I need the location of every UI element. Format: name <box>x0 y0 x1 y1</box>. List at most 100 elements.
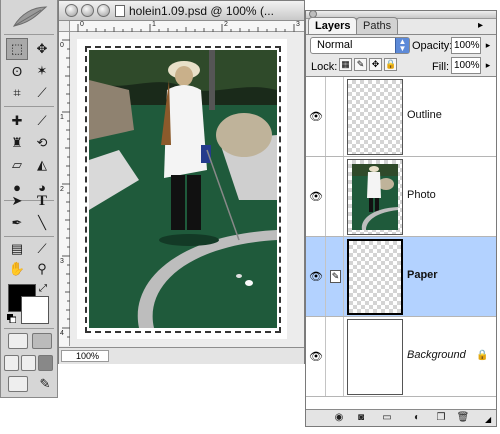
eye-icon[interactable]: 👁 <box>309 110 323 123</box>
tools-palette: ⬚ ✥ ʘ ✶ ⌗ ⟋ ✚ ⟋ ♜ ⟲ ▱ ◭ ● ◕ ➤ T ✒ ╲ ▤ ⟋ … <box>0 0 58 398</box>
layer-name: Paper <box>407 269 438 281</box>
add-mask-icon[interactable]: ◙ <box>354 412 368 424</box>
pen-tool-icon[interactable]: ✒ <box>6 212 28 234</box>
type-tool-icon[interactable]: T <box>31 190 53 212</box>
close-window-button[interactable] <box>65 4 78 17</box>
ruler-left-label: 4 <box>60 330 64 337</box>
history-brush-tool-icon[interactable]: ⟲ <box>31 132 53 154</box>
screen-mode-full-button[interactable] <box>38 355 53 371</box>
swap-colors-icon[interactable]: ⤢ <box>39 283 47 294</box>
ruler-left-label: 2 <box>60 186 64 193</box>
resize-grip-icon[interactable]: ◢ <box>485 415 495 425</box>
photo-thumbnail-image <box>352 164 398 230</box>
brush-tool-icon[interactable]: ⟋ <box>31 110 53 132</box>
marquee-tool-icon[interactable]: ⬚ <box>6 38 28 60</box>
paint-bucket-tool-icon[interactable]: ◭ <box>31 154 53 176</box>
layer-list: 👁 Outline 👁 Photo 👁 ✎ Paper 👁 Background… <box>306 76 496 409</box>
zoom-tool-icon[interactable]: ⚲ <box>31 258 53 280</box>
opacity-label: Opacity: <box>412 40 453 52</box>
background-color-swatch[interactable] <box>21 296 49 324</box>
divider <box>306 34 496 35</box>
minigolf-photo[interactable] <box>89 50 277 328</box>
link-cell[interactable]: ✎ <box>327 237 344 316</box>
opacity-slider-arrow-icon[interactable]: ▸ <box>482 37 494 54</box>
visibility-cell[interactable]: 👁 <box>306 317 326 396</box>
quick-mask-mode-button[interactable] <box>32 333 52 349</box>
ruler-top-label: 0 <box>80 21 84 28</box>
lock-transparency-icon[interactable]: ▦ <box>339 58 352 71</box>
visibility-cell[interactable]: 👁 <box>306 77 326 156</box>
zoom-window-button[interactable] <box>97 4 110 17</box>
crop-tool-icon[interactable]: ⌗ <box>6 82 28 104</box>
link-cell[interactable] <box>327 157 344 236</box>
visibility-cell[interactable]: 👁 <box>306 237 326 316</box>
layer-row-paper[interactable]: 👁 ✎ Paper <box>306 237 496 317</box>
minimize-window-button[interactable] <box>81 4 94 17</box>
layer-style-icon[interactable]: ◉ <box>332 412 346 424</box>
layer-name: Photo <box>407 189 436 201</box>
layer-thumbnail <box>347 79 403 155</box>
opacity-input[interactable]: 100% <box>451 37 481 54</box>
lock-image-pixels-icon[interactable]: ✎ <box>354 58 367 71</box>
layer-row-background[interactable]: 👁 Background 🔒 <box>306 317 496 397</box>
document-title: holein1.09.psd @ 100% (... <box>129 4 274 18</box>
ruler-left-label: 3 <box>60 258 64 265</box>
ruler-origin[interactable] <box>59 21 70 32</box>
layer-thumbnail <box>347 159 403 235</box>
eyedropper-tool-icon[interactable]: ⟋ <box>31 238 53 260</box>
default-colors-icon[interactable] <box>7 314 16 323</box>
document-titlebar[interactable]: holein1.09.psd @ 100% (... <box>59 1 304 21</box>
trash-icon[interactable]: 🗑 <box>456 412 470 424</box>
clone-stamp-tool-icon[interactable]: ♜ <box>6 132 28 154</box>
adjustment-layer-icon[interactable]: ◐ <box>410 412 424 424</box>
lock-label: Lock: <box>311 61 338 73</box>
horizontal-ruler[interactable]: 0 1 2 3 <box>70 21 304 32</box>
layer-name: Outline <box>407 109 442 121</box>
layer-name: Background <box>407 349 466 361</box>
tab-layers[interactable]: Layers <box>308 17 358 34</box>
magic-wand-tool-icon[interactable]: ✶ <box>31 60 53 82</box>
lock-position-icon[interactable]: ✥ <box>369 58 382 71</box>
vertical-ruler[interactable]: 0 1 2 3 4 <box>59 32 70 346</box>
layer-row-photo[interactable]: 👁 Photo <box>306 157 496 237</box>
link-cell[interactable] <box>327 317 344 396</box>
link-cell[interactable] <box>327 77 344 156</box>
layers-palette: Layers Paths ▸ Normal ▲ ▼ Opacity: 100% ▸… <box>305 10 497 427</box>
slice-tool-icon[interactable]: ⟋ <box>31 82 53 104</box>
zoom-level-field[interactable]: 100% <box>61 350 109 362</box>
blend-mode-value: Normal <box>317 39 353 51</box>
standard-mode-button[interactable] <box>8 333 28 349</box>
eye-icon[interactable]: 👁 <box>309 270 323 283</box>
hand-tool-icon[interactable]: ✋ <box>6 258 28 280</box>
layer-thumbnail <box>347 319 403 395</box>
fill-input[interactable]: 100% <box>451 57 481 74</box>
tab-paths[interactable]: Paths <box>356 17 399 34</box>
layer-thumbnail <box>347 239 403 315</box>
path-selection-tool-icon[interactable]: ➤ <box>6 190 28 212</box>
healing-brush-tool-icon[interactable]: ✚ <box>6 110 28 132</box>
padlock-icon: 🔒 <box>476 350 489 361</box>
notes-tool-icon[interactable]: ▤ <box>6 238 28 260</box>
line-tool-icon[interactable]: ╲ <box>31 212 53 234</box>
ruler-top-label: 1 <box>152 21 156 28</box>
eye-icon[interactable]: 👁 <box>309 190 323 203</box>
new-layer-icon[interactable]: ❐ <box>434 412 448 424</box>
eye-icon[interactable]: 👁 <box>309 350 323 363</box>
screen-mode-standard-button[interactable] <box>4 355 19 371</box>
screen-mode-full-menu-button[interactable] <box>21 355 36 371</box>
eraser-tool-icon[interactable]: ▱ <box>6 154 28 176</box>
layer-row-outline[interactable]: 👁 Outline <box>306 77 496 157</box>
visibility-cell[interactable]: 👁 <box>306 157 326 236</box>
chevron-up-down-icon: ▲ ▼ <box>395 38 409 53</box>
lock-all-icon[interactable]: 🔒 <box>384 58 397 71</box>
palette-menu-icon[interactable]: ▸ <box>478 20 483 31</box>
new-layer-set-icon[interactable]: ▭ <box>380 412 394 424</box>
fill-slider-arrow-icon[interactable]: ▸ <box>482 57 494 74</box>
move-tool-icon[interactable]: ✥ <box>31 38 53 60</box>
lasso-tool-icon[interactable]: ʘ <box>6 60 28 82</box>
fill-label: Fill: <box>432 61 450 73</box>
blend-mode-select[interactable]: Normal ▲ ▼ <box>310 37 410 54</box>
feather-logo-icon <box>12 6 48 27</box>
imageready-icon[interactable]: ✎ <box>34 373 56 395</box>
jump-to-imageready-button[interactable] <box>8 376 28 392</box>
